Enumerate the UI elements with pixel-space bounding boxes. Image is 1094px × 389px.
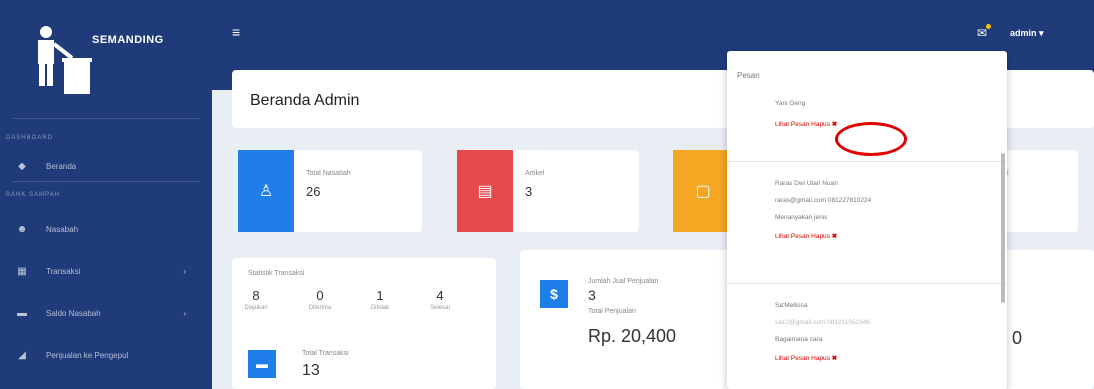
message-item[interactable]: Yani Geng Lihat Pesan Hapus ✖ [775, 99, 837, 129]
highlight-annotation [835, 122, 907, 156]
penjualan-count: 3 [588, 287, 596, 303]
user-icon: ♙ [238, 150, 294, 232]
dropdown-divider [727, 161, 1007, 162]
transaksi-card: Statistik Transaksi 8 Diajukan 0 Diterim… [232, 258, 496, 389]
stat-value: 3 [525, 184, 533, 199]
message-item[interactable]: Sa'Mellissa sa12@gmail.com 081211052346 … [775, 301, 870, 363]
transaksi-selesai: 4 Selesai [420, 288, 460, 311]
sidebar-item-nasabah[interactable]: ☻ Nasabah [0, 208, 212, 250]
message-sender: Yani Geng [775, 100, 806, 107]
message-item[interactable]: Raras Dwi Utari Nuari raras@gmail.com 08… [775, 179, 871, 241]
transaksi-label: Ditolak [370, 305, 390, 311]
message-actions: Lihat Pesan Hapus ✖ [775, 232, 871, 241]
dropdown-header: Pesan [737, 71, 760, 80]
notification-dot [986, 24, 991, 29]
stat-label: Total Nasabah [306, 170, 351, 177]
right-card-value: 0 [1012, 328, 1023, 348]
sidebar-item-label: Transaksi [46, 266, 81, 276]
delete-icon[interactable]: ✖ [832, 233, 837, 240]
stat-card-4: ssi [1000, 150, 1078, 232]
hamburger-menu-icon[interactable]: ≡ [232, 24, 240, 40]
dollar-icon: $ [540, 280, 568, 308]
transaksi-count: 0 [316, 288, 324, 303]
transaksi-label: Diajukan [244, 305, 268, 311]
transaksi-label: Selesai [430, 305, 450, 311]
page-title: Beranda Admin [250, 92, 360, 109]
penjualan-total-value: Rp. 20,400 [588, 326, 677, 346]
view-delete-link[interactable]: Lihat Pesan Hapus [775, 121, 830, 128]
sidebar-heading-dashboard: DASHBOARD [6, 135, 54, 141]
penjualan-total-label: Total Penjualan [588, 308, 636, 315]
sidebar-heading-bank-sampah: BANK SAMPAH [6, 192, 60, 198]
message-contact: raras@gmail.com 081227810224 [775, 197, 872, 205]
transaksi-count: 8 [252, 288, 260, 303]
message-dropdown: Pesan Yani Geng Lihat Pesan Hapus ✖ Rara… [727, 51, 1007, 389]
transaksi-diajukan: 8 Diajukan [236, 288, 276, 311]
article-icon: ▤ [457, 150, 513, 232]
stat-card-artikel: ▤ Artikel 3 [457, 150, 639, 232]
transaksi-ditolak: 1 Ditolak [360, 288, 400, 311]
message-preview: Bagaimana cara [775, 336, 823, 344]
chevron-right-icon: › [183, 308, 186, 318]
chart-icon: ◢ [18, 349, 26, 361]
box-icon: ▬ [248, 350, 276, 378]
message-actions: Lihat Pesan Hapus ✖ [775, 120, 837, 129]
brand-name: SEMANDING [92, 34, 164, 46]
total-transaksi-value: 13 [302, 362, 320, 379]
delete-icon[interactable]: ✖ [832, 121, 837, 128]
delete-icon[interactable]: ✖ [832, 355, 837, 362]
dropdown-scrollbar[interactable] [1001, 153, 1005, 303]
transaksi-count: 4 [436, 288, 444, 303]
transaksi-label: Diterima [308, 305, 332, 311]
transaksi-title: Statistik Transaksi [248, 270, 305, 277]
transaction-icon: ▦ [17, 265, 27, 277]
total-transaksi-label: Total Transaksi [302, 350, 349, 357]
sidebar-item-label: Nasabah [46, 224, 79, 234]
sidebar-item-label: Saldo Nasabah [46, 308, 101, 318]
message-actions: Lihat Pesan Hapus ✖ [775, 354, 870, 363]
stat-card-3: ▢ [673, 150, 733, 232]
dropdown-divider [727, 283, 1007, 284]
sidebar-item-penjualan[interactable]: ◢ Penjualan ke Pengepul [0, 334, 212, 376]
sidebar-item-saldo-nasabah[interactable]: ▬ Saldo Nasabah › [0, 292, 212, 334]
dashboard-icon: ◆ [18, 160, 26, 172]
message-contact: sa12@gmail.com 081211052346 [775, 319, 871, 327]
transaksi-count: 1 [376, 288, 384, 303]
trash-person-logo-icon [32, 24, 92, 94]
users-icon: ☻ [16, 223, 28, 235]
view-delete-link[interactable]: Lihat Pesan Hapus [775, 233, 830, 240]
message-sender: Sa'Mellissa [775, 302, 808, 309]
stat-card-nasabah: ♙ Total Nasabah 26 [238, 150, 422, 232]
sidebar: SEMANDING DASHBOARD ◆ Beranda BANK SAMPA… [0, 0, 212, 389]
penjualan-title: Jumlah Jual Penjualan [588, 278, 659, 285]
stat-label: Artikel [525, 170, 545, 177]
user-menu[interactable]: admin ▾ [1010, 28, 1044, 39]
sidebar-item-transaksi[interactable]: ▦ Transaksi › [0, 250, 212, 292]
view-delete-link[interactable]: Lihat Pesan Hapus [775, 355, 830, 362]
chevron-right-icon: › [183, 266, 186, 276]
document-icon: ▢ [673, 150, 733, 232]
wallet-icon: ▬ [17, 307, 27, 319]
message-sender: Raras Dwi Utari Nuari [775, 180, 838, 187]
envelope-icon[interactable]: ✉ [977, 26, 987, 40]
sidebar-item-label: Penjualan ke Pengepul [46, 350, 129, 360]
message-preview: Menanyakan jenis [775, 214, 828, 222]
brand[interactable]: SEMANDING [0, 0, 212, 118]
stat-value: 26 [306, 184, 321, 199]
transaksi-diterima: 0 Diterima [300, 288, 340, 311]
sidebar-item-beranda[interactable]: ◆ Beranda [0, 151, 212, 181]
sidebar-item-label: Beranda [46, 161, 77, 171]
